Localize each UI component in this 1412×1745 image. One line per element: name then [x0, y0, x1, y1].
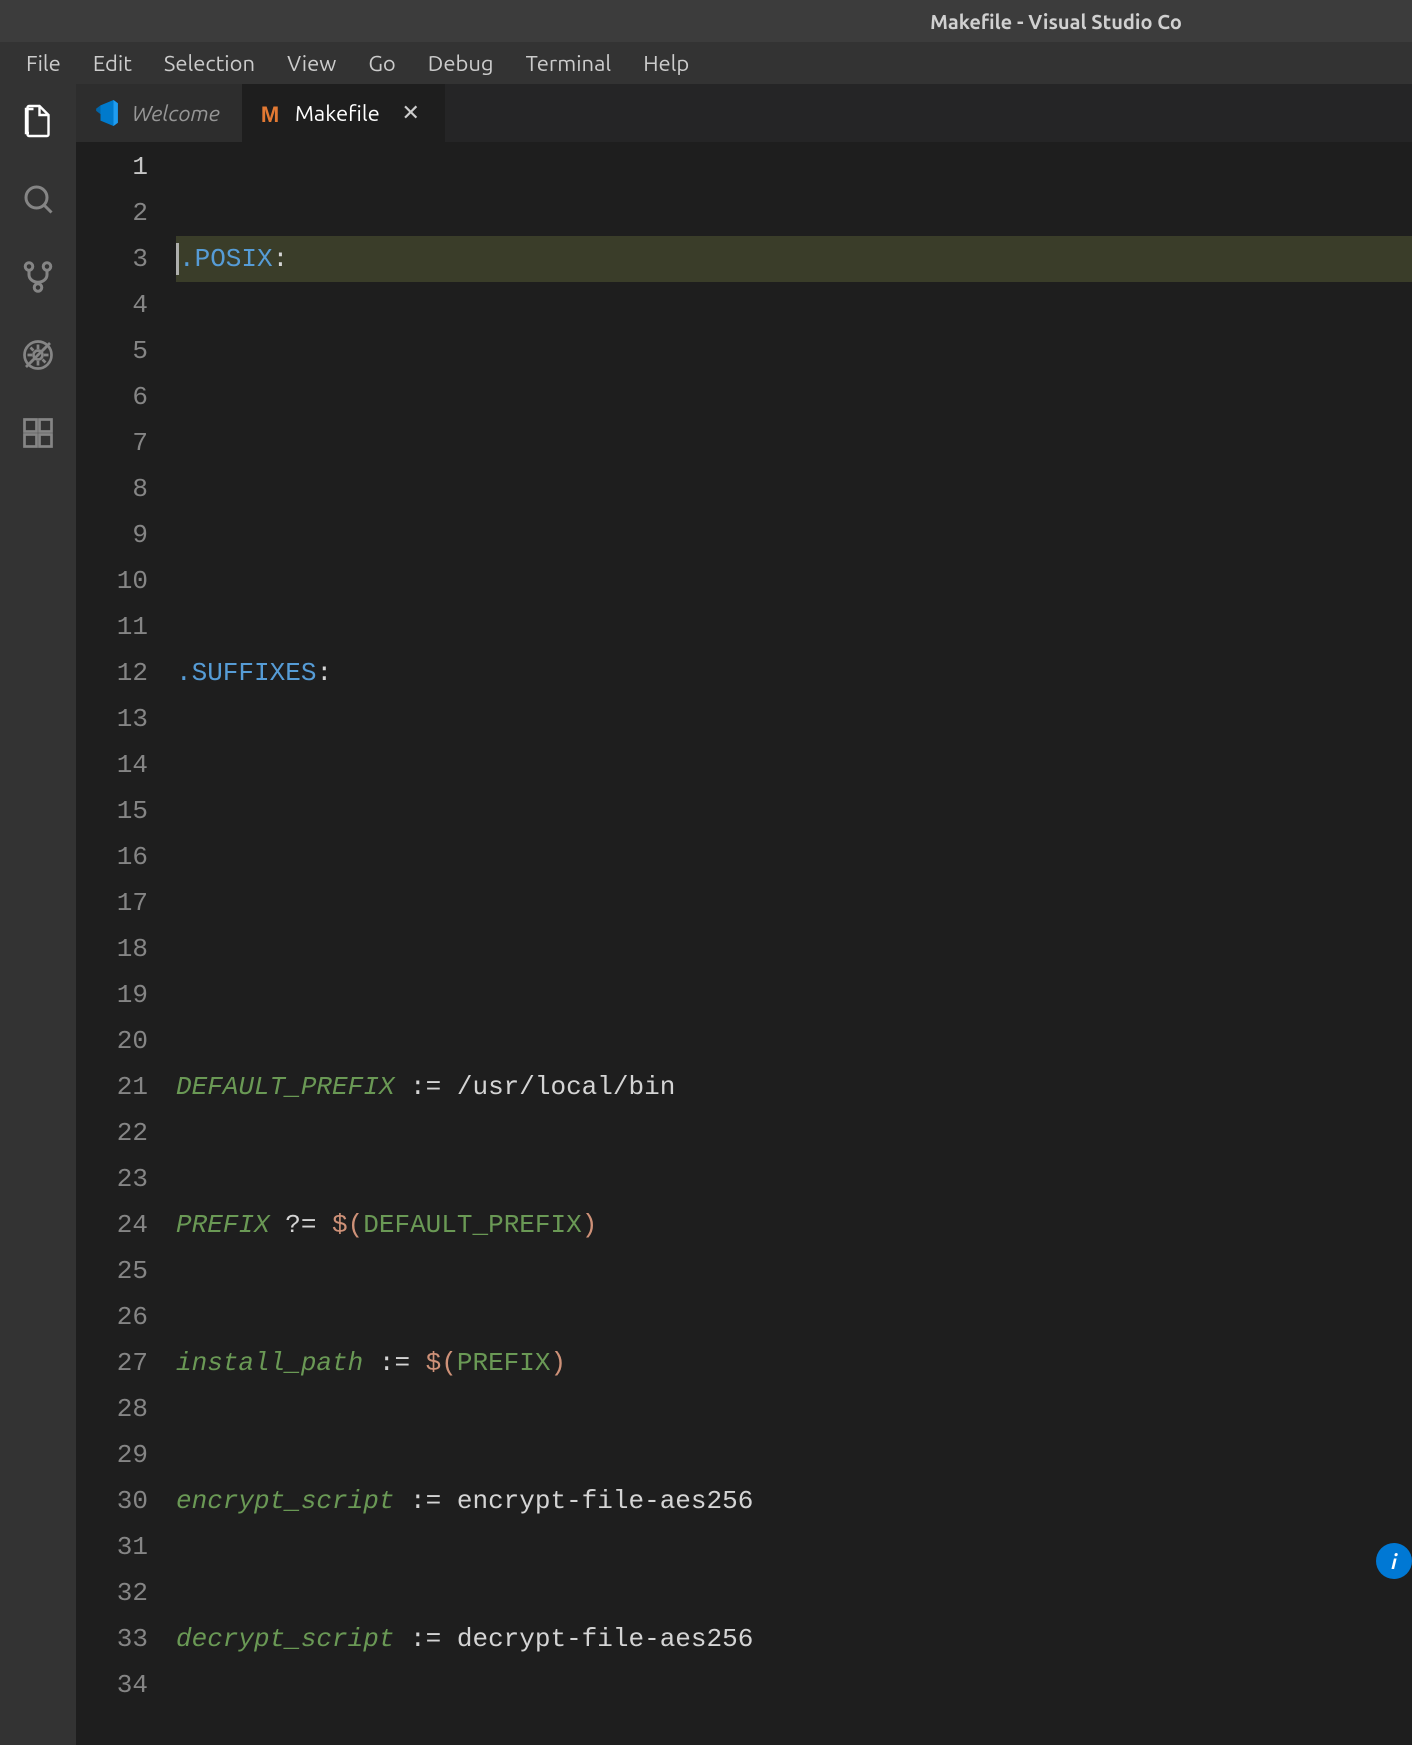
line-number: 20	[76, 1018, 148, 1064]
window-title: Makefile - Visual Studio Co	[930, 10, 1182, 33]
line-number: 3	[76, 236, 148, 282]
code-line	[176, 374, 1412, 420]
line-number: 1	[76, 144, 148, 190]
token: .SUFFIXES	[176, 650, 316, 696]
token: $(	[332, 1202, 363, 1248]
info-notification-icon[interactable]: i	[1376, 1543, 1412, 1579]
line-number: 26	[76, 1294, 148, 1340]
menu-debug[interactable]: Debug	[412, 45, 510, 82]
token: encrypt_script	[176, 1478, 394, 1524]
line-number: 32	[76, 1570, 148, 1616]
line-number: 33	[76, 1616, 148, 1662]
explorer-icon[interactable]	[19, 102, 57, 140]
line-number: 19	[76, 972, 148, 1018]
line-number: 15	[76, 788, 148, 834]
tab-bar: Welcome M Makefile ✕	[76, 84, 1412, 142]
tab-welcome[interactable]: Welcome	[76, 84, 243, 142]
code-line: install_path := $(PREFIX)	[176, 1340, 1412, 1386]
token: DEFAULT_PREFIX	[176, 1064, 394, 1110]
main-area: Welcome M Makefile ✕ 1234567891011121314…	[0, 84, 1412, 1745]
menu-selection[interactable]: Selection	[148, 45, 271, 82]
code-line: .SUFFIXES:	[176, 650, 1412, 696]
token: decrypt_script	[176, 1616, 394, 1662]
token: decrypt-file-aes256	[457, 1616, 753, 1662]
line-number: 29	[76, 1432, 148, 1478]
code-content[interactable]: .POSIX: .SUFFIXES: DEFAULT_PREFIX := /us…	[176, 142, 1412, 1745]
token: )	[582, 1202, 598, 1248]
menu-help[interactable]: Help	[627, 45, 705, 82]
token: :=	[394, 1616, 456, 1662]
line-number: 16	[76, 834, 148, 880]
activity-bar	[0, 84, 76, 1745]
token: install_path	[176, 1340, 363, 1386]
menu-edit[interactable]: Edit	[77, 45, 148, 82]
line-number: 4	[76, 282, 148, 328]
line-number: 11	[76, 604, 148, 650]
token: .POSIX	[179, 236, 273, 282]
line-number: 30	[76, 1478, 148, 1524]
makefile-file-icon: M	[261, 102, 283, 124]
token: :=	[363, 1340, 425, 1386]
line-number: 22	[76, 1110, 148, 1156]
line-number: 13	[76, 696, 148, 742]
code-line: PREFIX ?= $(DEFAULT_PREFIX)	[176, 1202, 1412, 1248]
editor-body[interactable]: 1234567891011121314151617181920212223242…	[76, 142, 1412, 1745]
line-number: 23	[76, 1156, 148, 1202]
menu-bar: File Edit Selection View Go Debug Termin…	[0, 42, 1412, 84]
token: :=	[394, 1478, 456, 1524]
line-number: 14	[76, 742, 148, 788]
vscode-file-icon	[94, 100, 120, 126]
token: :	[273, 236, 289, 282]
menu-terminal[interactable]: Terminal	[510, 45, 628, 82]
token: /usr/local/bin	[457, 1064, 675, 1110]
line-number: 5	[76, 328, 148, 374]
token: ?=	[270, 1202, 332, 1248]
line-number: 21	[76, 1064, 148, 1110]
code-line: .POSIX:	[176, 236, 1412, 282]
line-number: 27	[76, 1340, 148, 1386]
line-number: 25	[76, 1248, 148, 1294]
tab-welcome-label: Welcome	[132, 101, 220, 126]
source-control-icon[interactable]	[19, 258, 57, 296]
search-icon[interactable]	[19, 180, 57, 218]
token: DEFAULT_PREFIX	[363, 1202, 581, 1248]
token: $(	[426, 1340, 457, 1386]
menu-view[interactable]: View	[271, 45, 352, 82]
extensions-icon[interactable]	[19, 414, 57, 452]
code-line	[176, 926, 1412, 972]
code-line: encrypt_script := encrypt-file-aes256	[176, 1478, 1412, 1524]
line-number: 34	[76, 1662, 148, 1708]
line-number: 18	[76, 926, 148, 972]
line-number: 12	[76, 650, 148, 696]
tab-makefile-label: Makefile	[295, 101, 380, 126]
line-number: 9	[76, 512, 148, 558]
token: PREFIX	[176, 1202, 270, 1248]
line-number: 2	[76, 190, 148, 236]
code-line: DEFAULT_PREFIX := /usr/local/bin	[176, 1064, 1412, 1110]
menu-go[interactable]: Go	[352, 45, 411, 82]
token: :	[316, 650, 332, 696]
tab-makefile[interactable]: M Makefile ✕	[243, 84, 445, 142]
line-number: 7	[76, 420, 148, 466]
window-title-bar: Makefile - Visual Studio Co	[0, 0, 1412, 42]
line-number: 24	[76, 1202, 148, 1248]
line-number: 31	[76, 1524, 148, 1570]
token: PREFIX	[457, 1340, 551, 1386]
menu-file[interactable]: File	[10, 45, 77, 82]
debug-icon[interactable]	[19, 336, 57, 374]
token: :=	[394, 1064, 456, 1110]
line-number: 8	[76, 466, 148, 512]
editor-area: Welcome M Makefile ✕ 1234567891011121314…	[76, 84, 1412, 1745]
code-line: decrypt_script := decrypt-file-aes256	[176, 1616, 1412, 1662]
code-line	[176, 788, 1412, 834]
line-number: 28	[76, 1386, 148, 1432]
close-icon[interactable]: ✕	[400, 102, 422, 124]
token: encrypt-file-aes256	[457, 1478, 753, 1524]
line-number: 10	[76, 558, 148, 604]
code-line	[176, 512, 1412, 558]
line-number: 17	[76, 880, 148, 926]
line-number: 6	[76, 374, 148, 420]
line-number-gutter: 1234567891011121314151617181920212223242…	[76, 142, 176, 1745]
token: )	[551, 1340, 567, 1386]
